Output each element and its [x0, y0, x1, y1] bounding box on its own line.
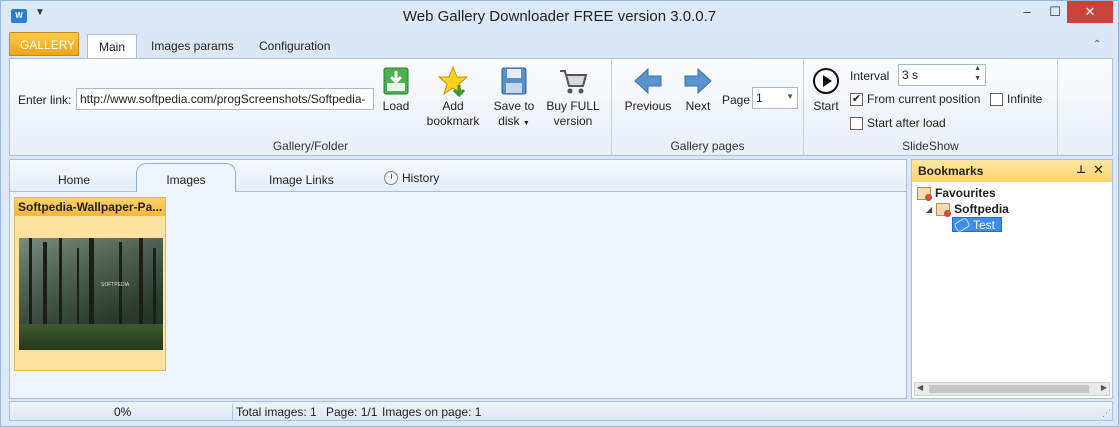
tree-node-test[interactable]: Test — [952, 216, 1003, 233]
document-tabs: Home Images Image Links History — [10, 160, 906, 193]
shopping-cart-icon — [560, 70, 588, 94]
floppy-disk-icon — [501, 67, 527, 95]
link-icon — [953, 216, 971, 233]
buy-full-version-button[interactable]: Buy FULL version — [542, 65, 604, 129]
document-area: Home Images Image Links History Softpedi… — [9, 159, 907, 399]
star-icon — [438, 65, 468, 97]
app-window: W ▼ Web Gallery Downloader FREE version … — [0, 0, 1119, 427]
buy-full-label: Buy FULL version — [546, 99, 600, 128]
tab-configuration[interactable]: Configuration — [249, 34, 340, 58]
infinite-label: Infinite — [1007, 92, 1043, 106]
close-panel-icon[interactable]: ✕ — [1093, 162, 1104, 178]
tab-images[interactable]: Images — [136, 163, 236, 193]
add-bookmark-label: Add bookmark — [426, 99, 480, 128]
progress-text: 0% — [114, 405, 132, 419]
slideshow-group: Start Interval 3 s ▲ ▼ ✔ From current po… — [804, 59, 1058, 155]
collapse-ribbon-icon[interactable]: ⌃ — [1093, 39, 1101, 50]
scrollbar-thumb[interactable] — [929, 385, 1089, 393]
title-bar: W ▼ Web Gallery Downloader FREE version … — [1, 1, 1118, 31]
arrow-right-icon — [684, 67, 712, 95]
page-value: 1 — [756, 91, 763, 105]
load-button[interactable]: Load — [378, 65, 414, 114]
scroll-right-icon[interactable]: ▶ — [1101, 383, 1107, 392]
tab-image-links[interactable]: Image Links — [269, 173, 334, 187]
bookmarks-header: Bookmarks ⊥ ✕ — [912, 160, 1112, 182]
infinite-checkbox[interactable]: Infinite — [990, 92, 1042, 106]
ribbon: Enter link: http://www.softpedia.com/pro… — [9, 58, 1113, 156]
previous-button[interactable]: Previous — [620, 65, 676, 114]
save-dropdown-icon: ▼ — [522, 120, 530, 127]
enter-link-label: Enter link: — [18, 93, 72, 107]
chevron-down-icon: ▼ — [786, 92, 794, 101]
interval-label: Interval — [850, 69, 890, 83]
bookmark-folder-icon — [936, 202, 952, 217]
tab-home[interactable]: Home — [58, 173, 90, 187]
window-title: Web Gallery Downloader FREE version 3.0.… — [402, 8, 717, 25]
bookmarks-title: Bookmarks — [918, 164, 984, 178]
play-icon — [813, 68, 839, 94]
arrow-left-icon — [634, 67, 662, 95]
start-after-load-checkbox[interactable]: Start after load — [850, 116, 946, 130]
tab-images-params[interactable]: Images params — [141, 34, 244, 58]
next-label: Next — [685, 99, 711, 113]
favourites-label: Favourites — [935, 186, 996, 200]
tab-history[interactable]: History — [384, 171, 439, 185]
from-current-position-checkbox[interactable]: ✔ From current position — [850, 92, 980, 106]
spin-up-icon[interactable]: ▲ — [974, 65, 981, 72]
clock-icon — [384, 171, 398, 185]
expand-triangle-icon[interactable]: ◢ — [926, 205, 932, 214]
bookmark-folder-icon — [917, 186, 932, 201]
scroll-left-icon[interactable]: ◀ — [917, 383, 923, 392]
download-icon — [383, 67, 409, 95]
test-label: Test — [973, 217, 996, 232]
save-to-disk-button[interactable]: Save to disk ▼ — [488, 65, 540, 131]
gallery-folder-group: Enter link: http://www.softpedia.com/pro… — [10, 59, 612, 155]
images-view: Softpedia-Wallpaper-Pa... SOFTPEDIA — [10, 192, 906, 398]
image-thumbnail[interactable]: Softpedia-Wallpaper-Pa... SOFTPEDIA — [14, 197, 166, 371]
tree-node-softpedia[interactable]: ◢ Softpedia — [926, 202, 1009, 217]
add-bookmark-button[interactable]: Add bookmark — [422, 65, 484, 129]
from-current-position-label: From current position — [867, 92, 981, 106]
total-images-text: Total images: 1 — [236, 405, 317, 419]
start-after-load-label: Start after load — [867, 116, 946, 130]
bookmarks-horizontal-scrollbar[interactable]: ◀ ▶ — [914, 382, 1110, 396]
tab-gallery[interactable]: GALLERY — [9, 32, 79, 56]
page-status-text: Page: 1/1 — [326, 405, 378, 419]
bookmarks-panel: Bookmarks ⊥ ✕ Favourites ◢ Softpedia Tes… — [911, 159, 1113, 399]
next-button[interactable]: Next — [678, 65, 718, 114]
interval-value: 3 s — [902, 68, 919, 82]
page-label: Page — [722, 93, 751, 107]
start-slideshow-button[interactable]: Start — [808, 65, 844, 114]
checkmark-icon: ✔ — [850, 92, 863, 106]
thumbnail-image[interactable]: SOFTPEDIA — [19, 238, 163, 350]
previous-label: Previous — [624, 99, 672, 113]
link-input[interactable]: http://www.softpedia.com/progScreenshots… — [76, 88, 374, 110]
history-label: History — [402, 171, 440, 185]
start-after-load-box — [850, 116, 863, 130]
pin-icon[interactable]: ⊥ — [1076, 163, 1086, 176]
resize-grip-icon[interactable]: ⋰ — [1102, 408, 1111, 419]
close-button[interactable]: ✕ — [1067, 1, 1113, 23]
gallery-pages-group-label: Gallery pages — [670, 139, 745, 153]
load-label: Load — [382, 99, 410, 113]
maximize-button[interactable]: ☐ — [1041, 1, 1069, 23]
thumbnail-watermark: SOFTPEDIA — [101, 282, 130, 288]
minimize-button[interactable]: ‒ — [1013, 1, 1041, 23]
page-select[interactable]: 1 ▼ — [752, 87, 798, 109]
spin-down-icon[interactable]: ▼ — [974, 75, 981, 82]
images-on-page-text: Images on page: 1 — [382, 405, 482, 419]
infinite-box — [990, 92, 1003, 106]
gallery-pages-group: Previous Next Page 1 ▼ Gallery pages — [612, 59, 804, 155]
thumbnail-title: Softpedia-Wallpaper-Pa... — [15, 198, 165, 216]
softpedia-label: Softpedia — [954, 202, 1009, 216]
start-label: Start — [813, 99, 839, 113]
gallery-folder-group-label: Gallery/Folder — [272, 139, 349, 153]
slideshow-group-label: SlideShow — [902, 139, 959, 153]
tree-node-favourites[interactable]: Favourites — [917, 186, 996, 201]
interval-spinner[interactable]: 3 s ▲ ▼ — [898, 64, 986, 86]
status-bar: 0% Total images: 1 Page: 1/1 Images on p… — [9, 401, 1113, 421]
ribbon-tab-row: GALLERY Main Images params Configuration… — [1, 31, 1118, 62]
